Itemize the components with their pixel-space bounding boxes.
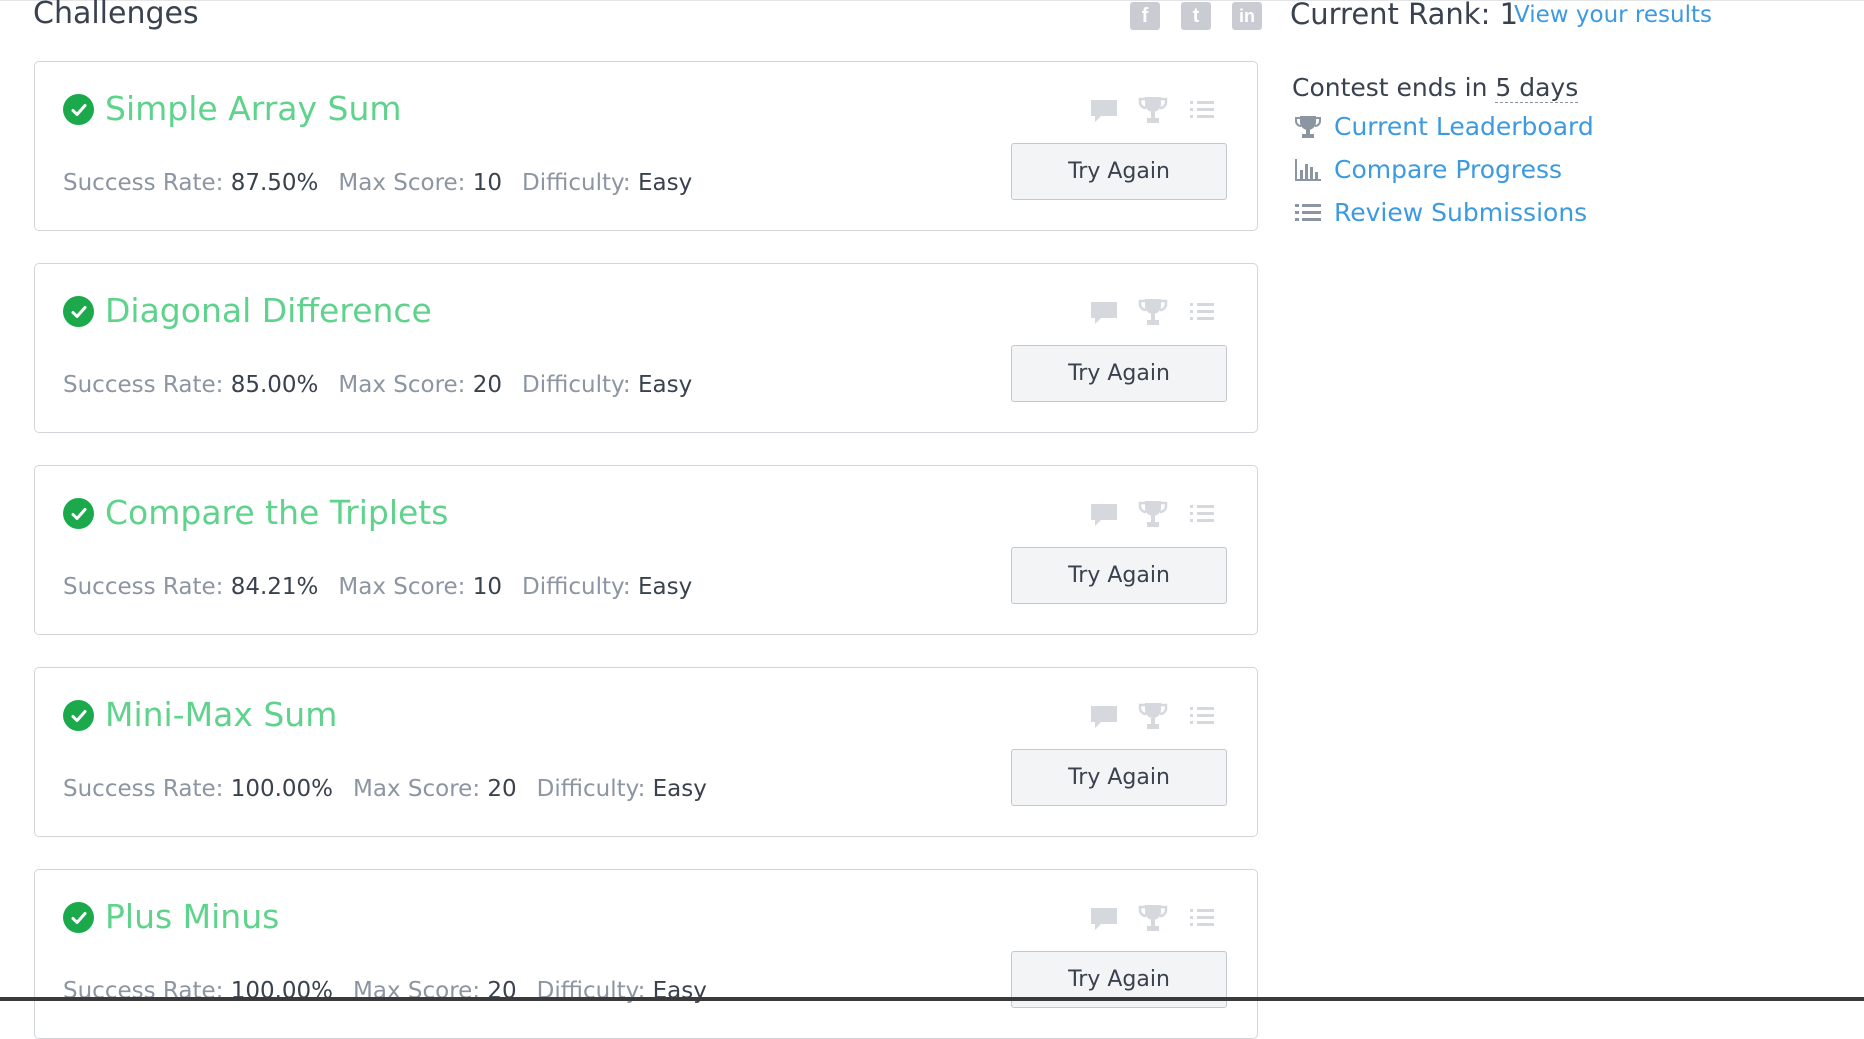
- difficulty-value: Easy: [638, 574, 693, 600]
- try-again-button[interactable]: Try Again: [1011, 547, 1227, 604]
- max-score-value: 10: [472, 170, 503, 196]
- solved-check-icon: [63, 296, 94, 327]
- discussion-icon[interactable]: [1089, 502, 1119, 532]
- linkedin-icon[interactable]: in: [1232, 2, 1262, 30]
- difficulty-value: Easy: [652, 776, 707, 802]
- challenge-stats: Success Rate: 100.00% Max Score: 20 Diffic…: [63, 974, 707, 1008]
- contest-prefix: Contest ends in: [1292, 73, 1488, 102]
- challenge-stats: Success Rate: 85.00% Max Score: 20 Difficu…: [63, 368, 692, 402]
- discussion-icon[interactable]: [1089, 300, 1119, 330]
- page-title: Challenges: [33, 0, 199, 31]
- discussion-icon[interactable]: [1089, 906, 1119, 936]
- twitter-icon[interactable]: t: [1181, 2, 1211, 30]
- max-score-label: Max Score:: [338, 574, 466, 600]
- challenge-card: Compare the Triplets Success Rate: 84.21%…: [34, 465, 1258, 635]
- review-submissions-label: Review Submissions: [1334, 198, 1588, 227]
- current-leaderboard-link[interactable]: Current Leaderboard: [1292, 112, 1594, 141]
- difficulty-label: Difficulty:: [522, 574, 631, 600]
- challenge-card: Mini-Max Sum Success Rate: 100.00% Max Sco…: [34, 667, 1258, 837]
- difficulty-label: Difficulty:: [522, 372, 631, 398]
- compare-progress-label: Compare Progress: [1334, 155, 1563, 184]
- submissions-icon[interactable]: [1189, 300, 1215, 328]
- submissions-icon[interactable]: [1189, 98, 1215, 126]
- submissions-icon[interactable]: [1189, 906, 1215, 934]
- view-results-link[interactable]: View your results: [1514, 0, 1712, 32]
- compare-progress-link[interactable]: Compare Progress: [1292, 155, 1562, 184]
- leaderboard-icon[interactable]: [1138, 95, 1168, 129]
- challenge-title[interactable]: Mini-Max Sum: [105, 694, 337, 736]
- challenge-title[interactable]: Compare the Triplets: [105, 492, 448, 534]
- success-rate-label: Success Rate:: [63, 170, 224, 196]
- success-rate-value: 84.21%: [230, 574, 319, 600]
- discussion-icon[interactable]: [1089, 98, 1119, 128]
- leaderboard-icon[interactable]: [1138, 297, 1168, 331]
- success-rate-label: Success Rate:: [63, 776, 224, 802]
- success-rate-value: 100.00%: [230, 776, 334, 802]
- solved-check-icon: [63, 498, 94, 529]
- difficulty-label: Difficulty:: [522, 170, 631, 196]
- contest-countdown: Contest ends in 5 days: [1292, 70, 1579, 106]
- challenge-title[interactable]: Simple Array Sum: [105, 88, 402, 130]
- max-score-value: 10: [472, 574, 503, 600]
- current-rank: Current Rank: 1: [1290, 0, 1519, 31]
- leaderboard-icon[interactable]: [1138, 903, 1168, 937]
- try-again-button[interactable]: Try Again: [1011, 749, 1227, 806]
- challenge-card: Plus Minus Success Rate: 100.00% Max Score…: [34, 869, 1258, 1039]
- try-again-button[interactable]: Try Again: [1011, 345, 1227, 402]
- solved-check-icon: [63, 902, 94, 933]
- challenge-title[interactable]: Plus Minus: [105, 896, 279, 938]
- solved-check-icon: [63, 700, 94, 731]
- facebook-icon[interactable]: f: [1130, 2, 1160, 30]
- bar-chart-icon: [1292, 156, 1324, 184]
- difficulty-value: Easy: [638, 372, 693, 398]
- difficulty-label: Difficulty:: [536, 776, 646, 802]
- max-score-label: Max Score:: [338, 170, 466, 196]
- challenge-card: Simple Array Sum Success Rate: 87.50% Max …: [34, 61, 1258, 231]
- solved-check-icon: [63, 94, 94, 125]
- submissions-icon[interactable]: [1189, 502, 1215, 530]
- success-rate-value: 85.00%: [230, 372, 319, 398]
- leaderboard-icon[interactable]: [1138, 499, 1168, 533]
- max-score-value: 20: [487, 776, 517, 802]
- try-again-button[interactable]: Try Again: [1011, 143, 1227, 200]
- review-submissions-link[interactable]: Review Submissions: [1292, 198, 1587, 227]
- contest-days: 5 days: [1495, 73, 1579, 103]
- challenge-card: Diagonal Difference Success Rate: 85.00% M…: [34, 263, 1258, 433]
- bottom-border: [0, 997, 1864, 1001]
- challenge-stats: Success Rate: 100.00% Max Score: 20 Diffic…: [63, 772, 707, 806]
- max-score-label: Max Score:: [353, 776, 481, 802]
- submissions-icon[interactable]: [1189, 704, 1215, 732]
- current-leaderboard-label: Current Leaderboard: [1334, 112, 1594, 141]
- max-score-label: Max Score:: [338, 372, 466, 398]
- list-icon: [1292, 199, 1324, 227]
- challenge-title[interactable]: Diagonal Difference: [105, 290, 432, 332]
- difficulty-value: Easy: [638, 170, 693, 196]
- challenge-stats: Success Rate: 84.21% Max Score: 10 Difficu…: [63, 570, 692, 604]
- leaderboard-icon[interactable]: [1138, 701, 1168, 735]
- success-rate-value: 87.50%: [230, 170, 319, 196]
- max-score-value: 20: [472, 372, 503, 398]
- success-rate-label: Success Rate:: [63, 574, 224, 600]
- discussion-icon[interactable]: [1089, 704, 1119, 734]
- challenge-stats: Success Rate: 87.50% Max Score: 10 Difficu…: [63, 166, 692, 200]
- trophy-icon: [1292, 113, 1324, 141]
- success-rate-label: Success Rate:: [63, 372, 224, 398]
